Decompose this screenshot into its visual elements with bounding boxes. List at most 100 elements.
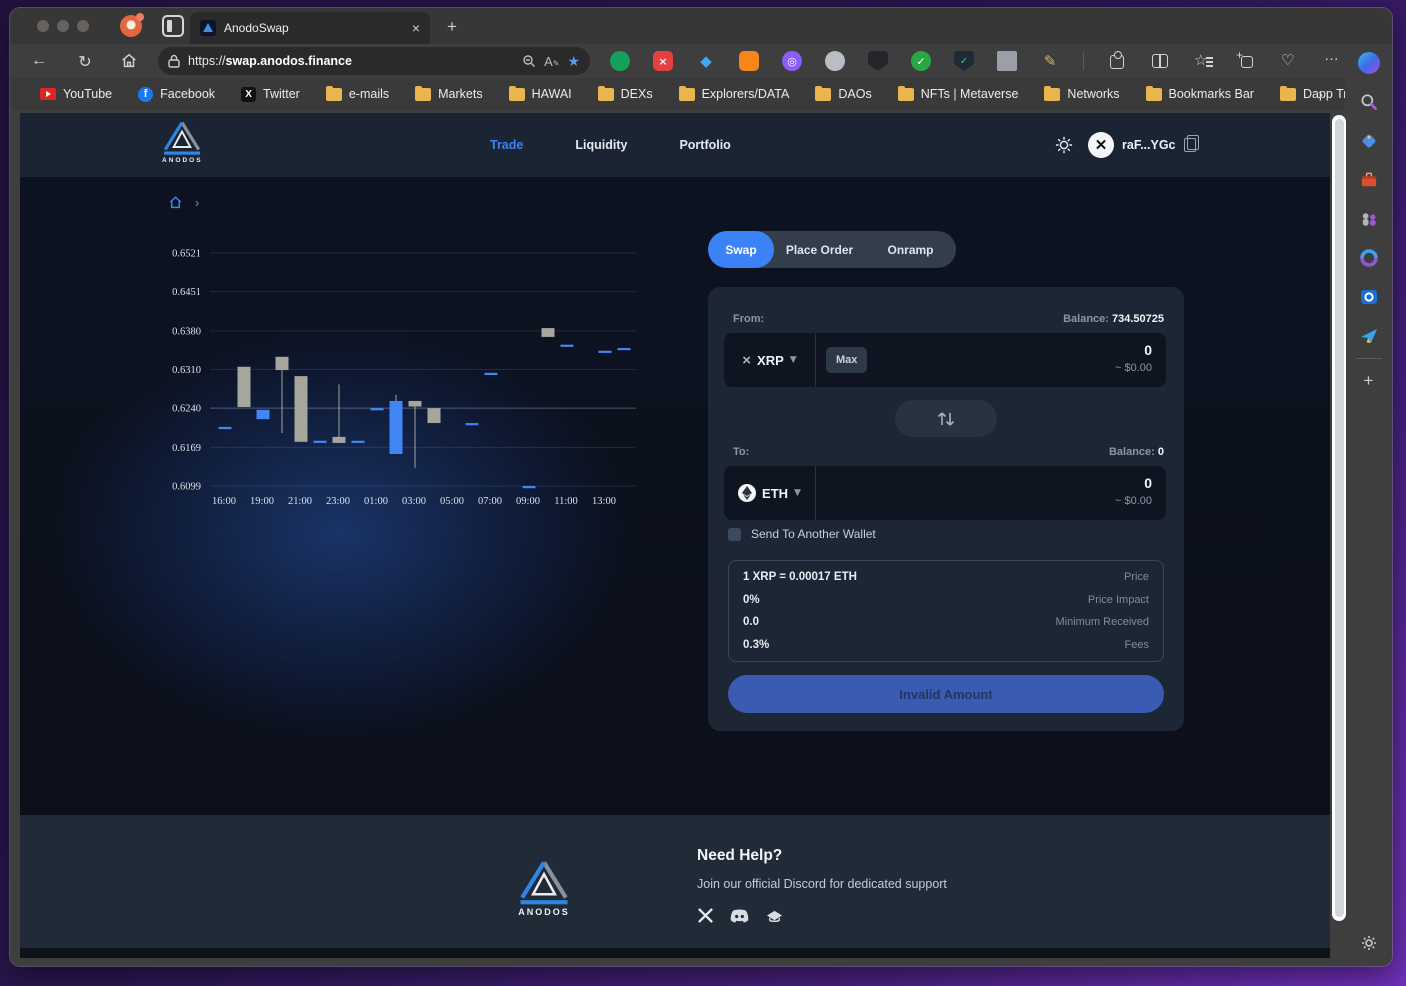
- split-screen-icon[interactable]: [1150, 51, 1170, 71]
- detail-label: Fees: [1125, 639, 1149, 651]
- bookmark-hawai[interactable]: HAWAI: [509, 87, 572, 101]
- address-bar[interactable]: https://swap.anodos.finance A✎ ★: [158, 47, 590, 75]
- extension-verified-icon[interactable]: ✓: [911, 51, 931, 71]
- bookmark-label: Markets: [438, 87, 482, 101]
- from-token-selector[interactable]: × XRP ▼: [724, 333, 816, 387]
- page-scrollbar[interactable]: [1332, 115, 1346, 921]
- browser-tab[interactable]: AnodoSwap ×: [190, 12, 430, 44]
- footer-anodos-logo: ANODOS: [518, 859, 570, 917]
- folder-icon: [326, 88, 342, 101]
- bookmark-e-mails[interactable]: e-mails: [326, 87, 389, 101]
- bookmark-markets[interactable]: Markets: [415, 87, 482, 101]
- swap-direction-button[interactable]: [895, 400, 997, 437]
- url-text[interactable]: https://swap.anodos.finance: [188, 54, 514, 68]
- tab-place-order[interactable]: Place Order: [774, 231, 865, 268]
- breadcrumb-home-icon[interactable]: [168, 195, 183, 210]
- sidebar-copilot-icon[interactable]: [1358, 52, 1380, 74]
- sidebar-outlook-icon[interactable]: [1358, 286, 1380, 308]
- detail-value: 0%: [743, 594, 760, 606]
- sidebar-drop-icon[interactable]: [1358, 325, 1380, 347]
- wallet-chip[interactable]: ✕ raF...YGc: [1088, 132, 1196, 158]
- bookmark-bookmarks-bar[interactable]: Bookmarks Bar: [1146, 87, 1254, 101]
- from-amount-input[interactable]: 0: [1115, 342, 1152, 358]
- home-button[interactable]: [120, 52, 138, 70]
- tab-close-icon[interactable]: ×: [412, 21, 420, 35]
- sidebar-games-icon[interactable]: [1358, 208, 1380, 230]
- sidebar-settings-gear-icon[interactable]: [1358, 932, 1380, 954]
- price-candlestick-chart: 0.65210.64510.63800.63100.62400.61690.60…: [170, 240, 640, 512]
- scrollbar-thumb[interactable]: [1335, 119, 1344, 917]
- discord-icon[interactable]: [729, 908, 750, 924]
- nav-item-liquidity[interactable]: Liquidity: [575, 138, 627, 152]
- swap-arrows-icon: [933, 410, 959, 428]
- to-token-selector[interactable]: ETH ▼: [724, 466, 816, 520]
- send-to-another-wallet-row: Send To Another Wallet: [728, 527, 876, 541]
- nav-item-portfolio[interactable]: Portfolio: [679, 138, 730, 152]
- detail-label: Price: [1124, 571, 1149, 583]
- extension-shield-icon[interactable]: [868, 51, 888, 71]
- window-zoom-button[interactable]: [77, 20, 89, 32]
- browser-window: AnodoSwap × + ← ↻ https://swap.anodos.fi…: [10, 8, 1392, 966]
- bookmark-dexs[interactable]: DEXs: [598, 87, 653, 101]
- window-close-button[interactable]: [37, 20, 49, 32]
- new-tab-button[interactable]: +: [447, 17, 457, 37]
- sidebar-tools-icon[interactable]: [1358, 169, 1380, 191]
- max-button[interactable]: Max: [826, 347, 867, 373]
- tab-onramp[interactable]: Onramp: [865, 231, 956, 268]
- extension-pen-icon[interactable]: ✎: [1040, 51, 1060, 71]
- footer-title: Need Help?: [697, 847, 782, 865]
- docs-book-icon[interactable]: [765, 908, 784, 924]
- to-label: To:: [733, 446, 749, 458]
- bookmark-daos[interactable]: DAOs: [815, 87, 871, 101]
- to-amount-input[interactable]: 0: [1115, 475, 1152, 491]
- detail-row-minimum-received: 0.0Minimum Received: [743, 616, 1149, 628]
- bookmark-networks[interactable]: Networks: [1044, 87, 1119, 101]
- extension-list-icon[interactable]: [997, 51, 1017, 71]
- window-minimize-button[interactable]: [57, 20, 69, 32]
- bookmark-explorers-data[interactable]: Explorers/DATA: [679, 87, 790, 101]
- bookmark-label: DEXs: [621, 87, 653, 101]
- read-aloud-icon[interactable]: A✎: [544, 54, 559, 69]
- bookmark-label: Networks: [1067, 87, 1119, 101]
- swap-submit-button[interactable]: Invalid Amount: [728, 675, 1164, 713]
- anodos-logo[interactable]: ANODOS: [162, 120, 203, 164]
- favorites-icon[interactable]: [1193, 51, 1213, 71]
- extension-gem-wallet-icon[interactable]: ◆: [696, 51, 716, 71]
- theme-toggle-sun-icon[interactable]: [1055, 136, 1073, 154]
- bookmark-nfts-metaverse[interactable]: NFTs | Metaverse: [898, 87, 1019, 101]
- folder-icon: [679, 88, 695, 101]
- svg-text:0.6099: 0.6099: [172, 482, 201, 493]
- bookmarks-overflow-chevron[interactable]: ›: [1318, 86, 1323, 103]
- bookmark-twitter[interactable]: XTwitter: [241, 87, 300, 102]
- profile-avatar-icon[interactable]: [120, 15, 142, 37]
- refresh-button[interactable]: ↻: [70, 52, 100, 71]
- extension-chatgpt-icon[interactable]: [610, 51, 630, 71]
- eth-token-icon: [738, 484, 756, 502]
- browser-essentials-icon[interactable]: [1279, 51, 1299, 71]
- tab-favicon-anodos-icon: [200, 20, 216, 36]
- extension-shield-check-icon[interactable]: ✓: [954, 51, 974, 71]
- extension-rabby-icon[interactable]: [825, 51, 845, 71]
- more-menu-icon[interactable]: [1322, 51, 1342, 71]
- extension-red-suite-icon[interactable]: ×: [653, 51, 673, 71]
- workspaces-icon[interactable]: [162, 15, 184, 37]
- favorite-star-icon[interactable]: ★: [567, 53, 580, 70]
- collections-icon[interactable]: [1236, 51, 1256, 71]
- zoom-out-icon[interactable]: [522, 54, 536, 68]
- back-button[interactable]: ←: [24, 52, 54, 70]
- bookmark-facebook[interactable]: fFacebook: [138, 87, 215, 102]
- sidebar-search-icon[interactable]: [1358, 91, 1380, 113]
- sidebar-add-icon[interactable]: +: [1358, 370, 1380, 392]
- nav-item-trade[interactable]: Trade: [490, 138, 523, 152]
- copy-address-icon[interactable]: [1184, 138, 1196, 152]
- sidebar-shopping-icon[interactable]: [1358, 130, 1380, 152]
- sidebar-microsoft-365-icon[interactable]: [1358, 247, 1380, 269]
- x-twitter-icon[interactable]: [697, 907, 714, 924]
- send-to-another-wallet-checkbox[interactable]: [728, 528, 741, 541]
- bookmark-youtube[interactable]: YouTube: [40, 87, 112, 101]
- extension-purple-icon[interactable]: ◎: [782, 51, 802, 71]
- extension-metamask-icon[interactable]: [739, 51, 759, 71]
- extensions-puzzle-icon[interactable]: [1107, 51, 1127, 71]
- tab-swap[interactable]: Swap: [708, 231, 774, 268]
- bookmark-label: YouTube: [63, 87, 112, 101]
